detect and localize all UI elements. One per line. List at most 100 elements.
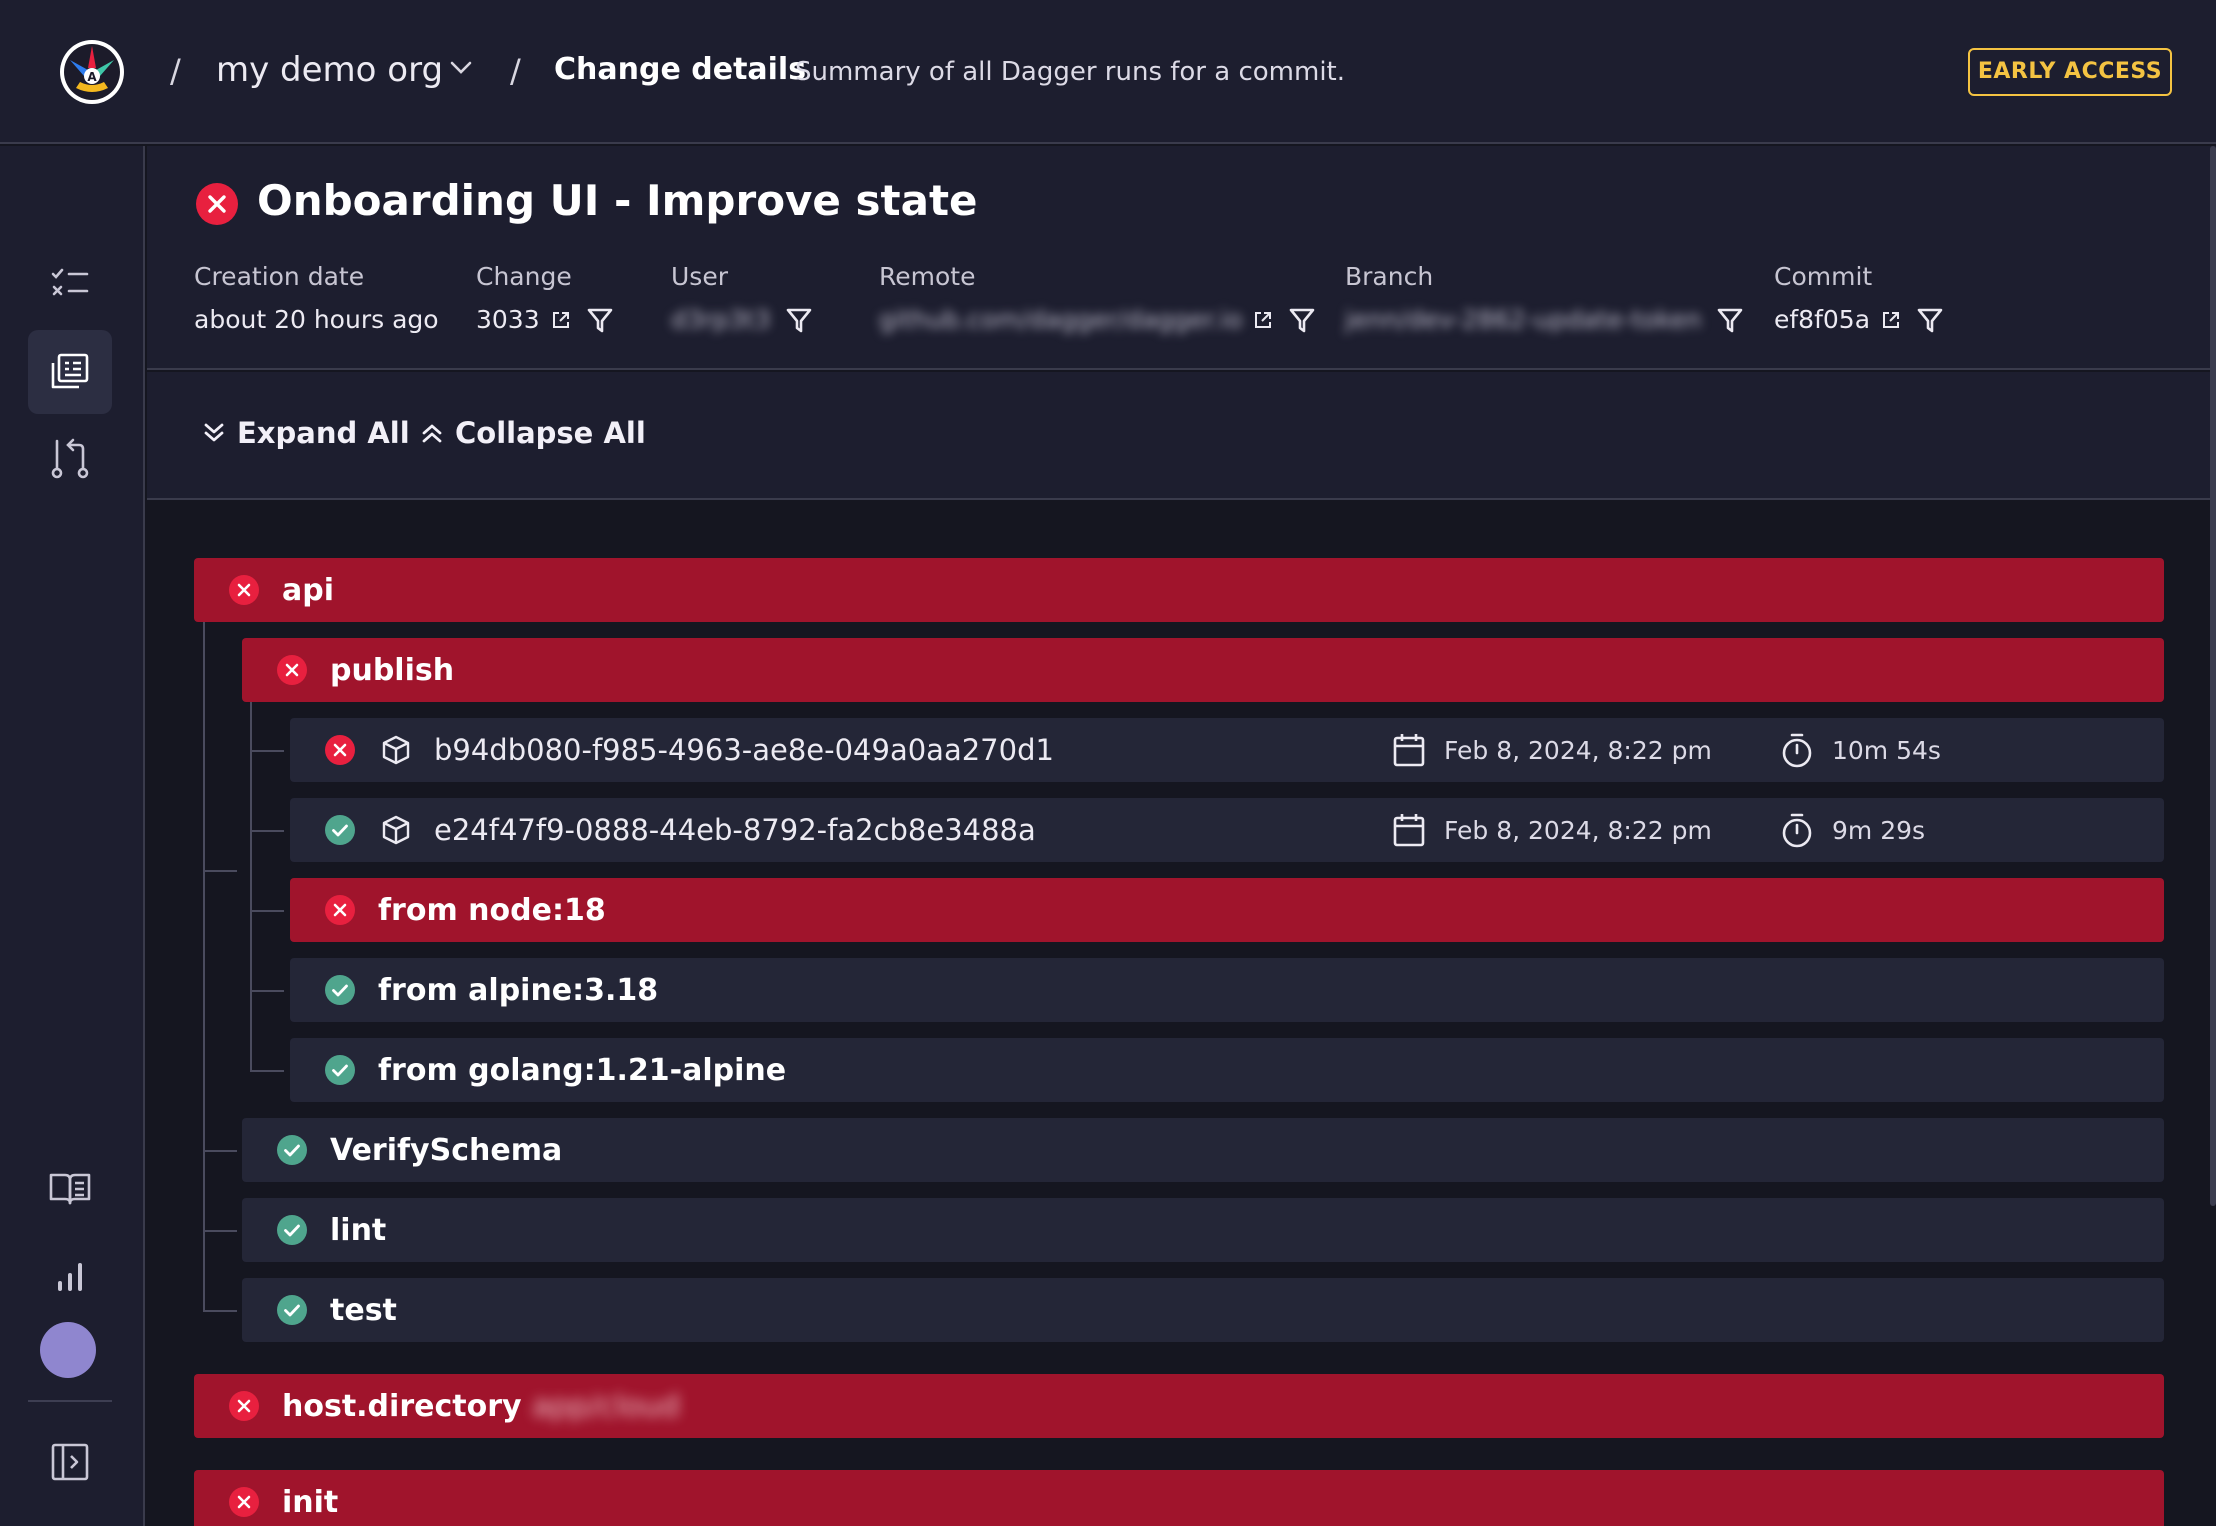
remote-value[interactable]: github.com/dagger/dagger.io <box>879 305 1242 334</box>
book-icon <box>49 1173 91 1205</box>
expand-all-button[interactable]: Expand All <box>201 416 410 450</box>
tree-node-label: api <box>282 572 335 608</box>
dagger-logo-icon[interactable]: A <box>58 38 126 106</box>
host-directory-path: app/cloud <box>532 1388 680 1424</box>
tree-node-label: from golang:1.21-alpine <box>378 1052 787 1088</box>
collapse-all-button[interactable]: Collapse All <box>419 416 646 450</box>
passed-status-icon <box>277 1135 307 1165</box>
run-tree: api publish b94db080-f985-4963-ae8e-049a… <box>147 502 2216 1526</box>
filter-icon[interactable] <box>1716 306 1744 334</box>
sidebar-toggle[interactable] <box>28 1420 112 1504</box>
tree-connector <box>250 830 284 832</box>
breadcrumb-separator: / <box>170 52 181 90</box>
run-id[interactable]: e24f47f9-0888-44eb-8792-fa2cb8e3488a <box>434 813 1036 847</box>
tree-connector <box>203 870 237 872</box>
change-title: Onboarding UI - Improve state <box>257 176 978 225</box>
svg-text:A: A <box>87 70 97 84</box>
meta-commit: Commit ef8f05a <box>1774 262 1944 334</box>
passed-status-icon <box>325 815 355 845</box>
branch-value: jenn/dev-2862-update-token <box>1345 305 1702 334</box>
change-number-link[interactable]: 3033 <box>476 305 540 334</box>
meta-label: Remote <box>879 262 976 291</box>
failed-status-icon <box>196 183 238 225</box>
meta-branch: Branch jenn/dev-2862-update-token <box>1345 262 1744 334</box>
sidebar-item-runs[interactable] <box>28 330 112 414</box>
change-header: Onboarding UI - Improve state Creation d… <box>147 146 2216 370</box>
calendar-icon <box>1393 734 1425 767</box>
tree-connector <box>250 1070 284 1072</box>
failed-status-icon <box>325 895 355 925</box>
tree-node-test[interactable]: test <box>242 1278 2164 1342</box>
tree-node-api[interactable]: api <box>194 558 2164 622</box>
tree-node-label: VerifySchema <box>330 1132 563 1168</box>
page-scrollbar[interactable] <box>2210 146 2216 1206</box>
failed-status-icon <box>229 575 259 605</box>
expand-all-label: Expand All <box>237 416 410 450</box>
commit-link[interactable]: ef8f05a <box>1774 305 1870 334</box>
sidebar-item-changes[interactable] <box>28 416 112 500</box>
meta-change: Change 3033 <box>476 262 614 334</box>
run-row[interactable]: e24f47f9-0888-44eb-8792-fa2cb8e3488a Feb… <box>290 798 2164 862</box>
run-date: Feb 8, 2024, 8:22 pm <box>1444 735 1712 765</box>
meta-user: User d3rp3t3 <box>671 262 813 334</box>
stopwatch-icon <box>1782 733 1812 768</box>
sidebar <box>0 146 145 1526</box>
chevrons-down-icon <box>204 423 224 442</box>
tree-connector <box>203 1150 237 1152</box>
tree-node-host-directory[interactable]: host.directory app/cloud <box>194 1374 2164 1438</box>
filter-icon[interactable] <box>1288 306 1316 334</box>
tree-node-from-golang[interactable]: from golang:1.21-alpine <box>290 1038 2164 1102</box>
sidebar-toggle-icon <box>51 1443 89 1481</box>
early-access-badge[interactable]: EARLY ACCESS <box>1968 48 2172 96</box>
failed-status-icon <box>277 655 307 685</box>
external-link-icon[interactable] <box>550 309 572 331</box>
external-link-icon[interactable] <box>1880 309 1902 331</box>
run-id[interactable]: b94db080-f985-4963-ae8e-049a0aa270d1 <box>434 733 1054 767</box>
cube-icon <box>382 815 410 845</box>
tree-connector <box>250 990 284 992</box>
chevron-down-icon[interactable] <box>448 58 474 78</box>
tree-node-from-alpine[interactable]: from alpine:3.18 <box>290 958 2164 1022</box>
top-bar: A / my demo org / Change details Summary… <box>0 0 2216 144</box>
failed-status-icon <box>325 735 355 765</box>
sidebar-item-insights[interactable] <box>28 1234 112 1318</box>
tree-node-init[interactable]: init <box>194 1470 2164 1526</box>
collapse-all-label: Collapse All <box>455 416 646 450</box>
bar-chart-icon <box>58 1263 82 1291</box>
stopwatch-icon <box>1782 813 1812 848</box>
sidebar-item-checklist[interactable] <box>28 242 112 326</box>
tree-connector <box>250 700 252 1070</box>
avatar[interactable] <box>40 1322 96 1378</box>
meta-remote: Remote github.com/dagger/dagger.io <box>879 262 1316 334</box>
org-name[interactable]: my demo org <box>216 50 443 90</box>
filter-icon[interactable] <box>785 306 813 334</box>
meta-creation-date: Creation date about 20 hours ago <box>194 262 439 334</box>
run-duration: 9m 29s <box>1832 815 1926 845</box>
run-row[interactable]: b94db080-f985-4963-ae8e-049a0aa270d1 Feb… <box>290 718 2164 782</box>
tree-node-label: host.directory app/cloud <box>282 1389 680 1424</box>
tree-connector <box>250 750 284 752</box>
meta-label: Change <box>476 262 572 291</box>
failed-status-icon <box>229 1487 259 1517</box>
run-date: Feb 8, 2024, 8:22 pm <box>1444 815 1712 845</box>
filter-icon[interactable] <box>1916 306 1944 334</box>
tree-node-lint[interactable]: lint <box>242 1198 2164 1262</box>
tree-node-publish[interactable]: publish <box>242 638 2164 702</box>
tree-node-from-node[interactable]: from node:18 <box>290 878 2164 942</box>
tree-node-verify-schema[interactable]: VerifySchema <box>242 1118 2164 1182</box>
sidebar-divider <box>28 1400 112 1402</box>
meta-label: User <box>671 262 728 291</box>
tree-connector <box>203 620 205 1312</box>
sidebar-item-docs[interactable] <box>28 1146 112 1230</box>
chevrons-up-icon <box>422 424 442 443</box>
meta-label: Creation date <box>194 262 365 291</box>
tree-connector <box>250 910 284 912</box>
git-compare-icon <box>51 438 89 479</box>
creation-date-value: about 20 hours ago <box>194 305 439 334</box>
cube-icon <box>382 735 410 765</box>
tree-node-label: from alpine:3.18 <box>378 972 659 1008</box>
failed-status-icon <box>229 1391 259 1421</box>
tree-node-label: publish <box>330 652 455 688</box>
filter-icon[interactable] <box>586 306 614 334</box>
external-link-icon[interactable] <box>1252 309 1274 331</box>
